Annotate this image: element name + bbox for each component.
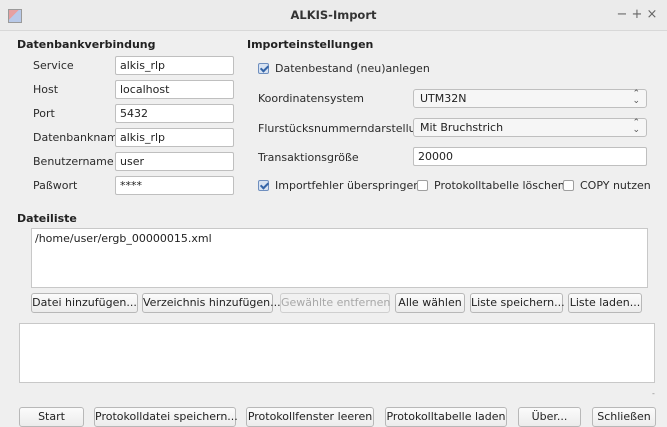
crs-label: Koordinatensystem bbox=[258, 92, 365, 105]
port-label: Port bbox=[33, 107, 55, 120]
port-input[interactable]: 5432 bbox=[115, 104, 234, 123]
host-input[interactable]: localhost bbox=[115, 80, 234, 99]
crs-select[interactable]: UTM32N ⌃ ⌄ bbox=[413, 89, 647, 108]
files-heading: Dateiliste bbox=[17, 212, 77, 225]
window-title: ALKIS-Import bbox=[290, 8, 377, 22]
dbname-label: Datenbankname bbox=[33, 131, 125, 144]
log-output[interactable] bbox=[19, 323, 655, 383]
start-button[interactable]: Start bbox=[19, 407, 84, 427]
checkbox-box-icon bbox=[417, 180, 428, 191]
crs-value: UTM32N bbox=[420, 92, 467, 105]
check-icon bbox=[258, 180, 269, 191]
skip-errors-checkbox[interactable]: Importfehler überspringen bbox=[258, 179, 420, 192]
service-label: Service bbox=[33, 59, 74, 72]
recreate-label: Datenbestand (neu)anlegen bbox=[275, 62, 430, 75]
username-input[interactable]: user bbox=[115, 152, 234, 171]
list-item[interactable]: /home/user/ergb_00000015.xml bbox=[35, 232, 212, 245]
db-heading: Datenbankverbindung bbox=[17, 38, 156, 51]
save-list-button[interactable]: Liste speichern... bbox=[470, 293, 565, 313]
host-label: Host bbox=[33, 83, 59, 96]
copy-label: COPY nutzen bbox=[580, 179, 651, 192]
minimize-button[interactable]: − bbox=[615, 7, 629, 22]
add-directory-button[interactable]: Verzeichnis hinzufügen... bbox=[142, 293, 281, 313]
load-log-table-button[interactable]: Protokolltabelle laden bbox=[385, 407, 507, 427]
tx-input[interactable]: 20000 bbox=[413, 147, 647, 166]
add-file-button[interactable]: Datei hinzufügen... bbox=[31, 293, 138, 313]
clear-log-label: Protokolltabelle löschen bbox=[434, 179, 565, 192]
load-list-button[interactable]: Liste laden... bbox=[568, 293, 642, 313]
tx-label: Transaktionsgröße bbox=[258, 151, 359, 164]
parcel-select[interactable]: Mit Bruchstrich ⌃ ⌄ bbox=[413, 118, 647, 137]
skip-errors-label: Importfehler überspringen bbox=[275, 179, 421, 192]
maximize-button[interactable]: + bbox=[630, 7, 644, 22]
username-label: Benutzername bbox=[33, 155, 114, 168]
about-button[interactable]: Über... bbox=[518, 407, 581, 427]
updown-arrows-icon: ⌃ ⌄ bbox=[632, 118, 640, 135]
password-input[interactable]: **** bbox=[115, 176, 234, 195]
clear-log-checkbox[interactable]: Protokolltabelle löschen bbox=[417, 179, 565, 192]
checkbox-box-icon bbox=[563, 180, 574, 191]
parcel-value: Mit Bruchstrich bbox=[420, 121, 504, 134]
service-input[interactable]: alkis_rlp bbox=[115, 56, 234, 75]
clear-log-window-button[interactable]: Protokollfenster leeren bbox=[246, 407, 374, 427]
save-log-button[interactable]: Protokolldatei speichern... bbox=[94, 407, 238, 427]
import-heading: Importeinstellungen bbox=[247, 38, 374, 51]
recreate-checkbox[interactable]: Datenbestand (neu)anlegen bbox=[258, 62, 430, 75]
close-window-button[interactable]: × bbox=[645, 7, 659, 22]
resize-grip-icon[interactable]: - bbox=[652, 389, 655, 398]
select-all-button[interactable]: Alle wählen bbox=[395, 293, 465, 313]
dbname-input[interactable]: alkis_rlp bbox=[115, 128, 234, 147]
title-bar: ALKIS-Import − + × bbox=[0, 0, 667, 31]
check-icon bbox=[258, 63, 269, 74]
updown-arrows-icon: ⌃ ⌄ bbox=[632, 89, 640, 106]
copy-checkbox[interactable]: COPY nutzen bbox=[563, 179, 651, 192]
file-list[interactable]: /home/user/ergb_00000015.xml bbox=[31, 228, 648, 288]
remove-selected-button[interactable]: Gewählte entfernen bbox=[280, 293, 390, 313]
parcel-label: Flurstücksnummerndarstellung bbox=[258, 122, 430, 135]
password-label: Paßwort bbox=[33, 179, 78, 192]
close-button[interactable]: Schließen bbox=[592, 407, 656, 427]
